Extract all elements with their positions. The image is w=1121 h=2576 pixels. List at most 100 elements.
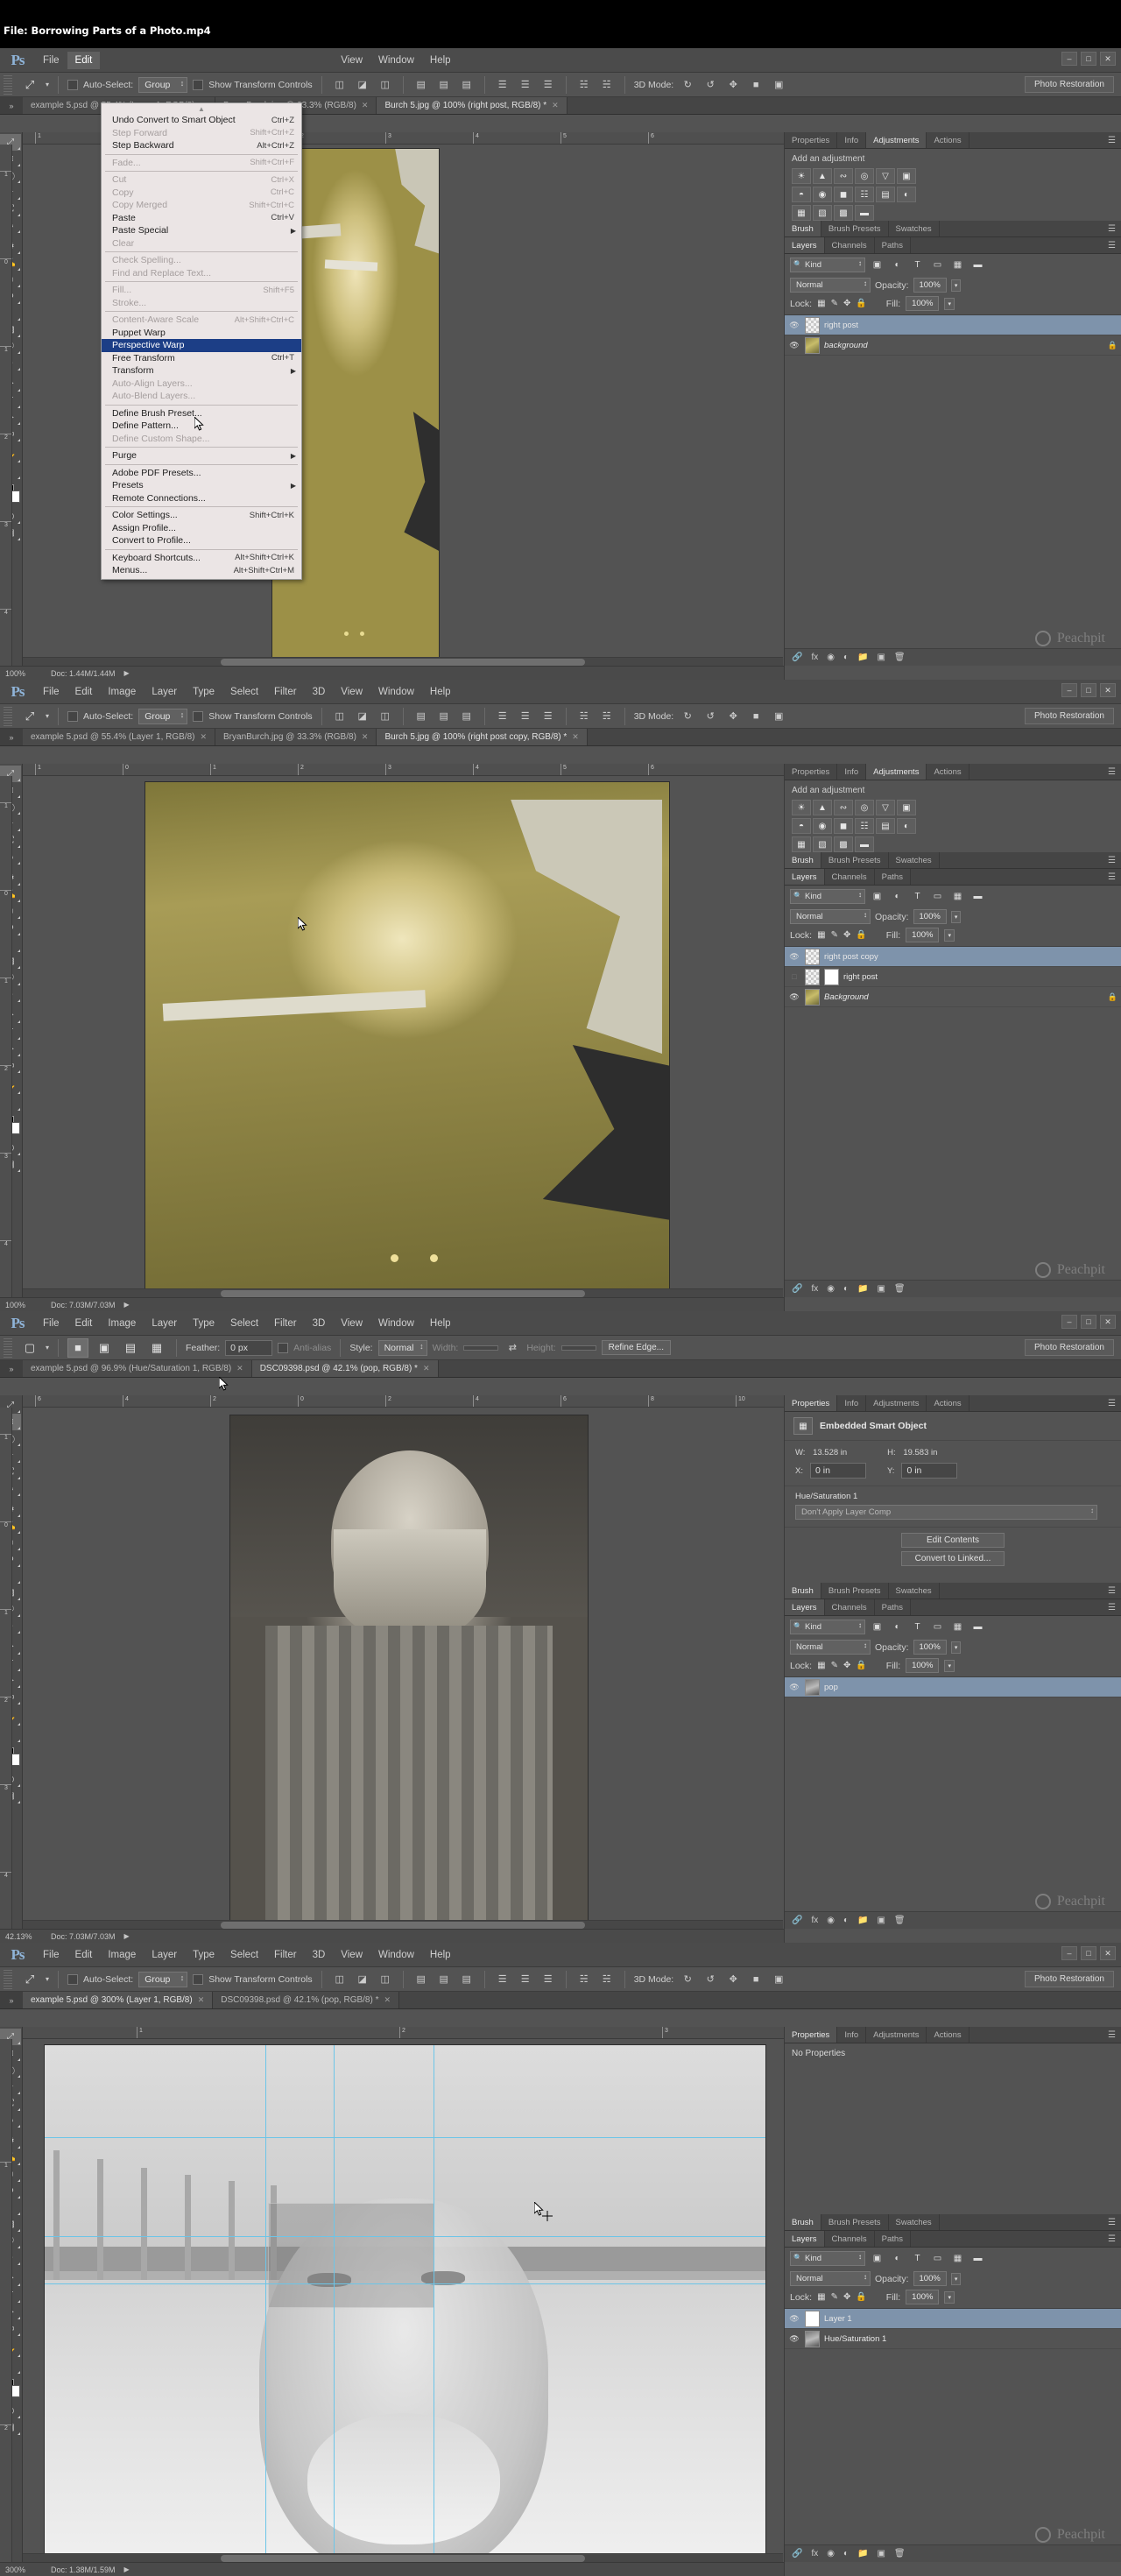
delete-icon[interactable]: 🗑 [894, 1916, 906, 1925]
menu-3d[interactable]: 3D [305, 683, 334, 701]
layer-name[interactable]: right post [824, 321, 858, 330]
link-icon[interactable]: 🔗 [792, 1284, 802, 1294]
auto-select-checkbox[interactable] [67, 79, 79, 90]
filter-toggle-icon[interactable]: ▬ [969, 1620, 986, 1634]
tab-actions[interactable]: Actions [927, 2027, 969, 2043]
scroll-thumb[interactable] [220, 2555, 586, 2562]
adjustment-icon[interactable]: ◐ [843, 1916, 849, 1925]
vibrance-icon[interactable]: ▽ [876, 168, 895, 184]
tab-swatches[interactable]: Swatches [889, 221, 940, 236]
menu-item-purge[interactable]: Purge ▶ [102, 449, 301, 462]
lock-image-icon[interactable]: ✎ [831, 930, 838, 940]
adjustment-icon[interactable]: ◐ [843, 1284, 849, 1294]
exposure-icon[interactable]: ◎ [855, 168, 874, 184]
selective-color-icon[interactable]: ▩ [834, 836, 853, 852]
move-tool-icon[interactable]: ⤢ [19, 707, 40, 726]
fill-value[interactable]: 100% [906, 2290, 940, 2304]
panel-menu-icon[interactable]: ☰ [1103, 2231, 1121, 2247]
guide-vertical[interactable] [334, 2045, 335, 2569]
color-lookup-icon[interactable]: ▤ [876, 818, 895, 834]
options-grip[interactable] [4, 706, 12, 726]
opacity-value[interactable]: 100% [913, 1640, 947, 1655]
menu-view[interactable]: View [333, 683, 370, 701]
black-white-icon[interactable]: ◉ [813, 187, 832, 202]
blend-mode-select[interactable]: Normal [790, 278, 871, 293]
panel-menu-icon[interactable]: ☰ [1103, 2214, 1121, 2230]
filter-type-icon[interactable]: T [909, 889, 926, 904]
lock-position-icon[interactable]: ✥ [843, 1661, 850, 1670]
workspace-switcher-2[interactable]: Photo Restoration [1024, 708, 1114, 724]
lock-all-icon[interactable]: 🔒 [856, 930, 866, 940]
group-icon[interactable]: 📁 [857, 1284, 868, 1294]
new-selection-icon[interactable]: ■ [67, 1337, 89, 1358]
feather-input[interactable]: 0 px [225, 1339, 273, 1356]
link-icon[interactable]: 🔗 [792, 653, 802, 662]
align-right-icon[interactable]: ◫ [377, 709, 394, 724]
layer-filter-kind-select[interactable]: Kind [790, 2251, 865, 2266]
tab-close-icon[interactable]: ✕ [236, 1364, 243, 1373]
align-top-icon[interactable]: ▤ [412, 77, 430, 93]
blend-mode-select[interactable]: Normal [790, 909, 871, 924]
status-arrow-icon[interactable]: ▶ [124, 1301, 130, 1309]
menu-layer[interactable]: Layer [144, 683, 185, 701]
opacity-value[interactable]: 100% [913, 2271, 947, 2286]
table-row[interactable]: 👁 right post [785, 315, 1121, 335]
gradient-map-icon[interactable]: ▬ [855, 205, 874, 221]
delete-icon[interactable]: 🗑 [894, 653, 906, 662]
filter-smart-object-icon[interactable]: ▦ [949, 2251, 966, 2266]
menu-filter[interactable]: Filter [266, 1946, 305, 1964]
height-input[interactable] [560, 1344, 596, 1351]
fill-value[interactable]: 100% [906, 1658, 940, 1673]
layer-comp-select[interactable]: Don't Apply Layer Comp [795, 1505, 1097, 1520]
move-tool-icon[interactable]: ⤢ [19, 75, 40, 95]
tab-adjustments[interactable]: Adjustments [866, 132, 927, 148]
filter-adjustment-icon[interactable]: ◐ [889, 889, 906, 904]
filter-pixel-icon[interactable]: ▣ [869, 889, 885, 904]
brightness-contrast-icon[interactable]: ☀ [792, 168, 811, 184]
tab-paths[interactable]: Paths [875, 237, 911, 253]
lock-position-icon[interactable]: ✥ [843, 299, 850, 308]
distribute-left-icon[interactable]: ☵ [575, 709, 593, 724]
menu-item-color-settings[interactable]: Color Settings... Shift+Ctrl+K [102, 509, 301, 522]
table-row[interactable]: 👁 Background 🔒 [785, 987, 1121, 1007]
maximize-button[interactable]: □ [1081, 52, 1096, 66]
tab-adjustments[interactable]: Adjustments [866, 2027, 927, 2043]
layer-visibility-icon[interactable]: 👁 [788, 321, 800, 330]
3d-pan-icon[interactable]: ✥ [724, 77, 742, 93]
fx-icon[interactable]: fx [811, 653, 818, 662]
close-button[interactable]: ✕ [1100, 52, 1116, 66]
black-white-icon[interactable]: ◉ [813, 818, 832, 834]
lock-transparency-icon[interactable]: ▦ [817, 2292, 825, 2302]
menu-image[interactable]: Image [100, 683, 144, 701]
menu-3d[interactable]: 3D [305, 1315, 334, 1332]
menu-select[interactable]: Select [222, 1315, 266, 1332]
maximize-button[interactable]: □ [1081, 1946, 1096, 1960]
document-tab[interactable]: example 5.psd @ 55.4% (Layer 1, RGB/8) ✕ [23, 729, 216, 745]
document-tab[interactable]: example 5.psd @ 96.9% (Hue/Saturation 1,… [23, 1360, 252, 1377]
brightness-contrast-icon[interactable]: ☀ [792, 800, 811, 815]
lock-transparency-icon[interactable]: ▦ [817, 930, 825, 940]
tab-expand-icon[interactable]: » [0, 1992, 23, 2008]
menu-item-undo-convert-to-smart-object[interactable]: Undo Convert to Smart Object Ctrl+Z [102, 114, 301, 127]
table-row[interactable]: 👁 Hue/Saturation 1 [785, 2329, 1121, 2349]
filter-smart-object-icon[interactable]: ▦ [949, 258, 966, 272]
tab-paths[interactable]: Paths [875, 2231, 911, 2247]
scroll-thumb[interactable] [220, 1922, 586, 1929]
lock-image-icon[interactable]: ✎ [831, 2292, 838, 2302]
3d-slide-icon[interactable]: ■ [747, 1972, 765, 1987]
mask-icon[interactable]: ◉ [827, 2549, 835, 2558]
menu-help[interactable]: Help [422, 52, 459, 69]
vibrance-icon[interactable]: ▽ [876, 800, 895, 815]
tool-preset-chevron-icon[interactable]: ▾ [46, 712, 49, 720]
levels-icon[interactable]: ▲ [813, 168, 832, 184]
menu-help[interactable]: Help [422, 1946, 459, 1964]
distribute-bottom-icon[interactable]: ☰ [539, 1972, 557, 1987]
tab-brush[interactable]: Brush [785, 852, 821, 868]
fill-value[interactable]: 100% [906, 928, 940, 942]
align-bottom-icon[interactable]: ▤ [458, 709, 476, 724]
filter-shape-icon[interactable]: ▭ [929, 2251, 946, 2266]
edit-contents-button[interactable]: Edit Contents [901, 1533, 1005, 1548]
menu-item-puppet-warp[interactable]: Puppet Warp [102, 327, 301, 340]
menu-file[interactable]: File [35, 683, 67, 701]
horizontal-scrollbar-1[interactable] [23, 657, 783, 666]
